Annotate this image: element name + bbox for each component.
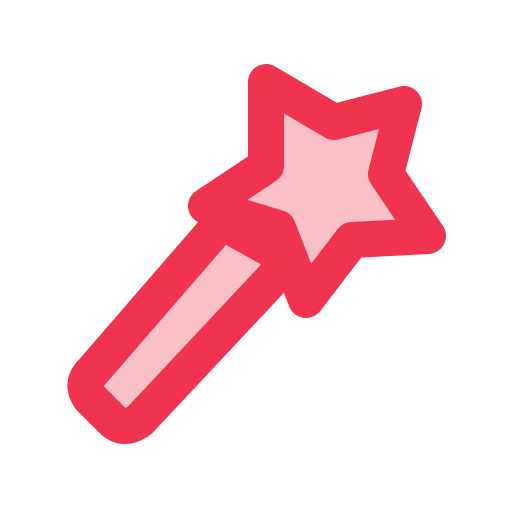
wand-handle bbox=[67, 204, 308, 444]
icon-canvas bbox=[0, 0, 512, 512]
magic-wand-icon bbox=[67, 64, 446, 444]
